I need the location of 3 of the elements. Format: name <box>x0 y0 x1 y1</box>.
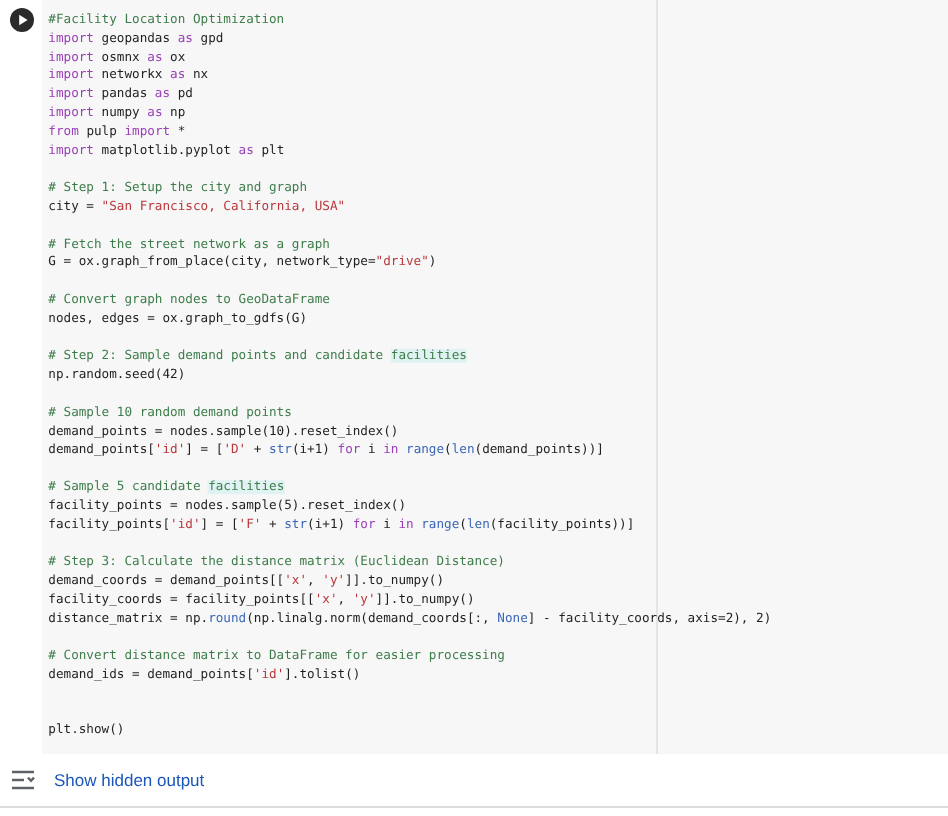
run-button[interactable] <box>9 8 33 32</box>
output-toggle-icon[interactable] <box>12 770 36 790</box>
show-hidden-output-link[interactable]: Show hidden output <box>54 770 205 790</box>
